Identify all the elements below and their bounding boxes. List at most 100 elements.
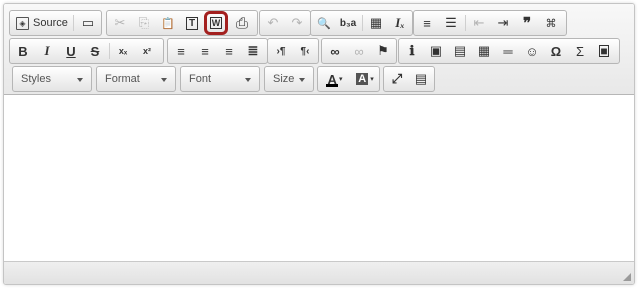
cut-icon: ✂	[114, 15, 126, 30]
info-button[interactable]: ℹ	[401, 41, 423, 61]
iframe-button[interactable]: ■	[593, 41, 615, 61]
image-button[interactable]: ▣	[425, 41, 447, 61]
source-button[interactable]: ◈ Source	[12, 13, 70, 33]
chevron-down-icon	[299, 78, 305, 82]
numbered-list-button[interactable]: ≡	[416, 13, 438, 33]
omega-icon: Ω	[550, 43, 562, 59]
separator	[465, 15, 466, 31]
horizontal-line-icon: ═	[503, 43, 513, 59]
subscript-button[interactable]: xₓ	[112, 41, 134, 61]
resize-grip-icon[interactable]	[623, 273, 631, 281]
align-center-button[interactable]: ≡	[194, 41, 216, 61]
chevron-down-icon	[161, 78, 167, 82]
unlink-icon: ∞	[354, 43, 364, 59]
maximize-button[interactable]: ⤢	[386, 69, 408, 89]
editing-group: 🔍 b₃a ▦ Iₓ	[310, 10, 413, 36]
math-button[interactable]: Σ	[569, 41, 591, 61]
text-color-button[interactable]: A ▾	[321, 69, 349, 89]
undo-group: ↶ ↷	[259, 10, 311, 36]
blockquote-button[interactable]: ❞	[516, 13, 538, 33]
maximize-icon: ⤢	[391, 71, 403, 86]
size-dropdown[interactable]: Size	[264, 66, 314, 92]
chevron-down-icon: ▾	[338, 76, 343, 83]
colors-group: A ▾ A ▾	[317, 66, 380, 92]
horizontal-line-button[interactable]: ═	[497, 41, 519, 61]
table-icon: ▦	[477, 43, 491, 58]
sigma-icon: Σ	[575, 43, 585, 59]
link-icon: ∞	[330, 43, 340, 59]
flash-button[interactable]: ▤	[449, 41, 471, 61]
search-icon: 🔍	[317, 17, 331, 30]
undo-button[interactable]: ↶	[262, 13, 284, 33]
redo-icon: ↷	[291, 15, 303, 30]
superscript-icon: x²	[142, 46, 151, 56]
paragraph-group: ≡ ☰ ⇤ ⇥ ❞ ⌘	[413, 10, 567, 36]
anchor-button[interactable]: ⚑	[372, 41, 394, 61]
document-group: ◈ Source ▭	[9, 10, 102, 36]
italic-icon: I	[44, 43, 50, 58]
background-color-button[interactable]: A ▾	[351, 69, 379, 89]
justify-button[interactable]: ≣	[242, 41, 264, 61]
info-icon: ℹ	[409, 43, 415, 58]
superscript-button[interactable]: x²	[136, 41, 158, 61]
bidi-group: ›¶ ¶‹	[267, 38, 319, 64]
outdent-button[interactable]: ⇤	[468, 13, 490, 33]
flash-icon: ▤	[453, 43, 467, 58]
paste-word-icon: W	[209, 17, 223, 29]
show-blocks-button[interactable]: ▤	[410, 69, 432, 89]
separator	[362, 15, 363, 31]
text-direction-rtl-button[interactable]: ¶‹	[294, 41, 316, 61]
create-div-button[interactable]: ⌘	[540, 13, 562, 33]
smiley-button[interactable]: ☺	[521, 41, 543, 61]
copy-button[interactable]: ⎘	[133, 13, 155, 33]
templates-button[interactable]: ▭	[77, 13, 99, 33]
chevron-down-icon	[245, 78, 251, 82]
smiley-icon: ☺	[525, 43, 539, 59]
bulleted-list-icon: ☰	[445, 15, 457, 30]
align-right-button[interactable]: ≡	[218, 41, 240, 61]
paste-text-icon: T	[185, 16, 199, 30]
paste-button[interactable]: 📋	[157, 13, 179, 33]
replace-button[interactable]: b₃a	[337, 13, 359, 33]
undo-icon: ↶	[267, 15, 279, 30]
indent-button[interactable]: ⇥	[492, 13, 514, 33]
underline-icon: U	[66, 43, 76, 59]
unlink-button[interactable]: ∞	[348, 41, 370, 61]
cut-button[interactable]: ✂	[109, 13, 131, 33]
template-icon: ▭	[81, 15, 95, 30]
remove-format-button[interactable]: Iₓ	[389, 13, 411, 33]
select-all-button[interactable]: ▦	[365, 13, 387, 33]
bold-button[interactable]: B	[12, 41, 34, 61]
font-dropdown[interactable]: Font	[180, 66, 260, 92]
subscript-icon: xₓ	[118, 46, 128, 56]
clipboard-group: ✂ ⎘ 📋 T W ⎙	[106, 10, 258, 36]
special-character-button[interactable]: Ω	[545, 41, 567, 61]
bulleted-list-button[interactable]: ☰	[440, 13, 462, 33]
link-button[interactable]: ∞	[324, 41, 346, 61]
rtl-icon: ¶‹	[300, 45, 310, 57]
styles-dropdown[interactable]: Styles	[12, 66, 92, 92]
print-button[interactable]: ⎙	[231, 13, 253, 33]
copy-icon: ⎘	[138, 15, 150, 30]
table-button[interactable]: ▦	[473, 41, 495, 61]
iframe-icon: ■	[599, 44, 609, 58]
align-center-icon: ≡	[201, 43, 209, 59]
italic-button[interactable]: I	[36, 41, 58, 61]
format-dropdown[interactable]: Format	[96, 66, 176, 92]
format-label: Format	[105, 73, 140, 85]
editor-toolbar: ◈ Source ▭ ✂ ⎘ 📋 T W ⎙ ↶ ↷ 🔍 b₃a ▦ Iₓ ≡ …	[4, 4, 634, 95]
find-button[interactable]: 🔍	[313, 13, 335, 33]
align-group: ≡ ≡ ≡ ≣	[167, 38, 268, 64]
redo-button[interactable]: ↷	[286, 13, 308, 33]
editor-content-area[interactable]	[4, 95, 634, 262]
align-right-icon: ≡	[225, 43, 233, 59]
strikethrough-button[interactable]: S	[84, 41, 106, 61]
show-blocks-icon: ▤	[414, 71, 428, 86]
paste-from-word-button[interactable]: W	[204, 11, 228, 35]
chevron-down-icon	[77, 78, 83, 82]
align-left-button[interactable]: ≡	[170, 41, 192, 61]
underline-button[interactable]: U	[60, 41, 82, 61]
paste-as-text-button[interactable]: T	[181, 13, 203, 33]
styles-label: Styles	[21, 73, 51, 85]
text-direction-ltr-button[interactable]: ›¶	[270, 41, 292, 61]
